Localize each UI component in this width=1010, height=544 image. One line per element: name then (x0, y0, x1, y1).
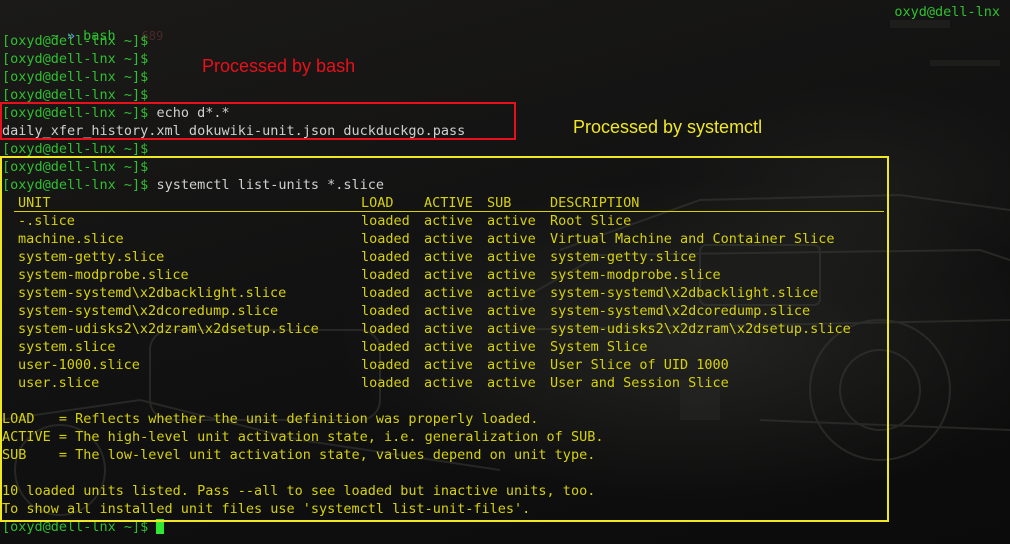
prompt-line: [oxyd@dell-lnx ~]$ (2, 50, 148, 68)
annotation-systemctl-label: Processed by systemctl (573, 117, 763, 137)
terminal-window[interactable]: ~» bash 689 oxyd@dell-lnx [oxyd@dell-lnx ~… (0, 0, 1010, 544)
shell-prompt: [oxyd@dell-lnx ~]$ (2, 141, 149, 157)
shell-prompt: [oxyd@dell-lnx ~]$ (2, 51, 149, 67)
host-label: oxyd@dell-lnx (894, 4, 1000, 20)
shell-prompt: [oxyd@dell-lnx ~]$ (2, 69, 149, 85)
shell-prompt: [oxyd@dell-lnx ~]$ (2, 33, 149, 49)
shell-prompt: [oxyd@dell-lnx ~]$ (2, 87, 149, 103)
prompt-line: [oxyd@dell-lnx ~]$ (2, 32, 148, 50)
annotation-bash-box (0, 102, 516, 140)
prompt-line: [oxyd@dell-lnx ~]$ (2, 68, 148, 86)
annotation-systemctl-box (0, 156, 889, 522)
annotation-bash-label: Processed by bash (202, 56, 356, 76)
terminal-titlebar: ~» bash 689 oxyd@dell-lnx (0, 0, 1010, 44)
